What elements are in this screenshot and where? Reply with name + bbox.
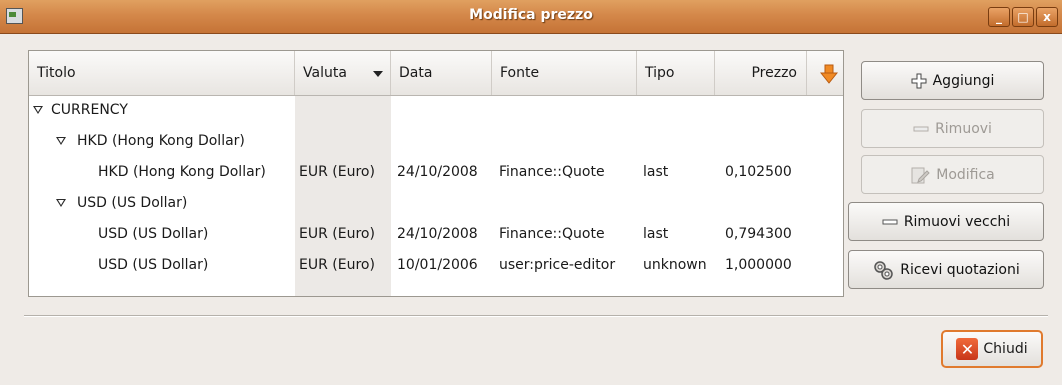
row-title: HKD (Hong Kong Dollar) — [77, 133, 245, 149]
remove-old-button-label: Rimuovi vecchi — [903, 213, 1011, 230]
row-source: user:price-editor — [499, 257, 616, 273]
row-date: 24/10/2008 — [397, 164, 478, 180]
column-header-currency-label: Valuta — [303, 65, 347, 81]
row-title: USD (US Dollar) — [98, 257, 209, 273]
add-button-label: Aggiungi — [932, 72, 995, 89]
row-type: unknown — [643, 257, 707, 273]
plus-icon — [911, 73, 927, 88]
table-header: Titolo Valuta Data Fonte Tipo Prezzo — [29, 51, 843, 96]
row-price: 0,102500 — [725, 164, 792, 180]
row-date: 24/10/2008 — [397, 226, 478, 242]
row-source: Finance::Quote — [499, 164, 605, 180]
row-currency: EUR (Euro) — [299, 257, 375, 273]
tree-row-usd-group[interactable]: USD (US Dollar) — [29, 188, 843, 219]
row-currency: EUR (Euro) — [299, 164, 375, 180]
close-button-label: Chiudi — [983, 341, 1028, 357]
edit-properties-icon — [911, 167, 930, 183]
row-title: USD (US Dollar) — [77, 195, 188, 211]
table-row[interactable]: USD (US Dollar) EUR (Euro) 10/01/2006 us… — [29, 250, 843, 281]
window-controls: _ □ x — [988, 7, 1058, 27]
row-price: 1,000000 — [725, 257, 792, 273]
window-title: Modifica prezzo — [469, 7, 593, 23]
row-title: USD (US Dollar) — [98, 226, 209, 242]
edit-button-label: Modifica — [936, 166, 995, 183]
column-header-date[interactable]: Data — [391, 51, 492, 95]
price-tree-view[interactable]: Titolo Valuta Data Fonte Tipo Prezzo CUR… — [28, 50, 844, 297]
add-button[interactable]: Aggiungi — [861, 61, 1044, 100]
maximize-button[interactable]: □ — [1012, 7, 1034, 27]
gears-icon — [874, 260, 893, 280]
expander-icon[interactable] — [56, 199, 66, 207]
minus-icon — [882, 219, 898, 224]
row-title: HKD (Hong Kong Dollar) — [98, 164, 266, 180]
remove-button[interactable]: Rimuovi — [861, 109, 1044, 148]
get-quotes-button[interactable]: Ricevi quotazioni — [848, 250, 1044, 289]
row-type: last — [643, 164, 669, 180]
table-row[interactable]: USD (US Dollar) EUR (Euro) 24/10/2008 Fi… — [29, 219, 843, 250]
close-window-button[interactable]: x — [1036, 7, 1058, 27]
edit-button[interactable]: Modifica — [861, 155, 1044, 194]
column-header-currency[interactable]: Valuta — [295, 51, 391, 95]
tree-row-currency[interactable]: CURRENCY — [29, 95, 843, 126]
row-currency: EUR (Euro) — [299, 226, 375, 242]
minus-icon — [913, 126, 929, 131]
tree-row-hkd-group[interactable]: HKD (Hong Kong Dollar) — [29, 126, 843, 157]
close-button[interactable]: ✕ Chiudi — [941, 330, 1043, 368]
expander-icon[interactable] — [33, 106, 43, 114]
close-icon: ✕ — [956, 338, 979, 360]
sort-descending-icon — [373, 71, 383, 77]
remove-button-label: Rimuovi — [935, 120, 992, 137]
row-title: CURRENCY — [51, 102, 128, 118]
row-date: 10/01/2006 — [397, 257, 478, 273]
row-source: Finance::Quote — [499, 226, 605, 242]
row-price: 0,794300 — [725, 226, 792, 242]
download-arrow-icon[interactable] — [820, 64, 838, 84]
minimize-button[interactable]: _ — [988, 7, 1010, 27]
table-row[interactable]: HKD (Hong Kong Dollar) EUR (Euro) 24/10/… — [29, 157, 843, 188]
expander-icon[interactable] — [56, 137, 66, 145]
remove-old-button[interactable]: Rimuovi vecchi — [848, 202, 1044, 241]
get-quotes-button-label: Ricevi quotazioni — [900, 261, 1020, 278]
column-header-title[interactable]: Titolo — [29, 51, 295, 95]
column-header-price[interactable]: Prezzo — [715, 51, 807, 95]
column-header-type[interactable]: Tipo — [637, 51, 715, 95]
title-bar[interactable]: Modifica prezzo _ □ x — [0, 0, 1062, 34]
column-header-source[interactable]: Fonte — [492, 51, 637, 95]
separator — [24, 315, 1048, 317]
row-type: last — [643, 226, 669, 242]
